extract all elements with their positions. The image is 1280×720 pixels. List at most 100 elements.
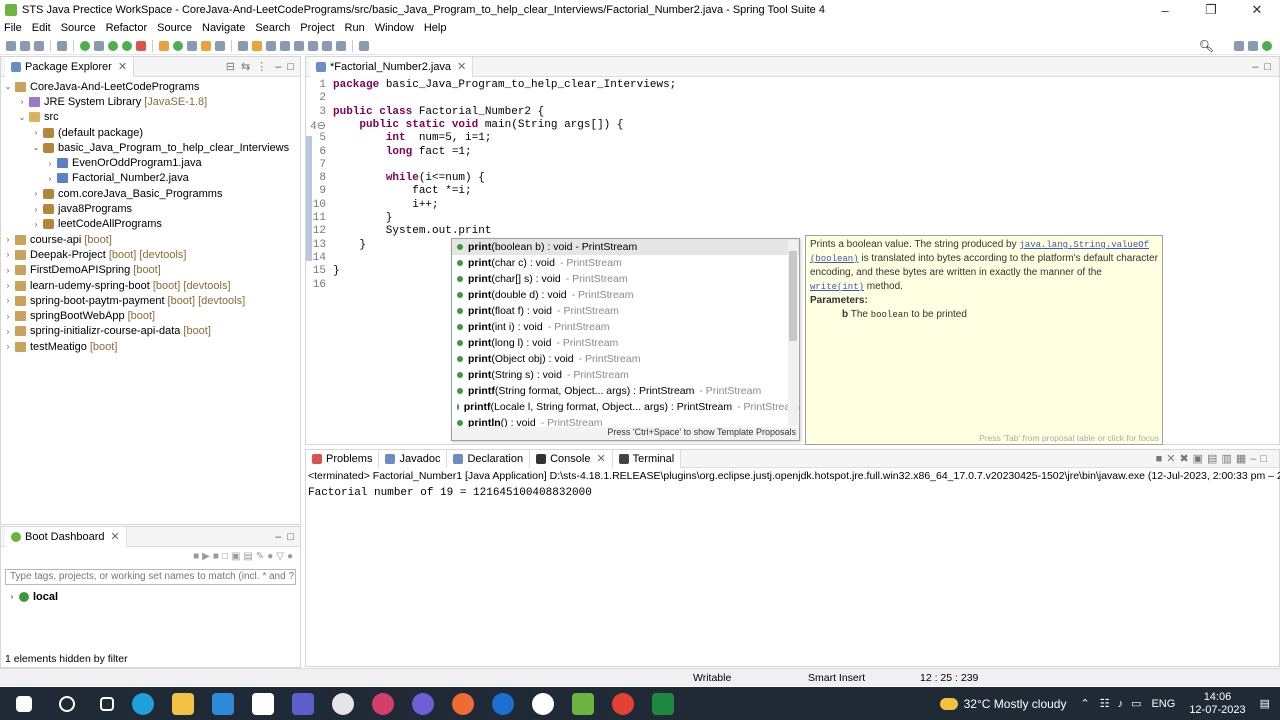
collapsed-icon[interactable]: › (31, 205, 41, 214)
tab-javadoc[interactable]: Javadoc (379, 449, 448, 468)
teams-icon[interactable] (292, 692, 314, 715)
edge-icon[interactable] (132, 692, 154, 715)
tree-item-java8[interactable]: › java8Programs (1, 201, 300, 216)
proposal-item[interactable]: print (char[] s) : void - PrintStream (452, 271, 799, 287)
prev-annotation-icon[interactable] (294, 40, 304, 51)
javadoc-link-valueof[interactable]: java.lang.String.valueOf (1019, 240, 1149, 250)
external-tools-icon[interactable] (136, 40, 146, 51)
last-edit-icon[interactable] (308, 40, 318, 51)
tree-item-testmeatigo[interactable]: › testMeatigo [boot] (1, 339, 300, 354)
expanded-icon[interactable]: ⌄ (31, 143, 41, 152)
close-icon[interactable]: ✕ (457, 60, 466, 73)
minimize-view-icon[interactable]: – (275, 531, 281, 543)
pilcrow-icon[interactable] (266, 40, 276, 51)
file-explorer-icon[interactable] (172, 692, 194, 715)
debug-icon[interactable] (94, 40, 104, 51)
chrome-icon[interactable] (612, 692, 634, 715)
tree-item-local[interactable]: › local (1, 589, 300, 604)
clock[interactable]: 14:06 12-07-2023 (1189, 691, 1245, 717)
collapsed-icon[interactable]: › (3, 250, 13, 259)
menu-window[interactable]: Window (375, 22, 414, 34)
collapsed-icon[interactable]: › (3, 235, 13, 244)
collapsed-icon[interactable]: › (17, 97, 27, 106)
maximize-button[interactable]: ❐ (1188, 0, 1234, 20)
minimize-button[interactable]: – (1142, 0, 1188, 20)
proposal-item[interactable]: print (Object obj) : void - PrintStream (452, 351, 799, 367)
tree-item-basic-package[interactable]: ⌄ basic_Java_Program_to_help_clear_Interv… (1, 140, 300, 155)
save-icon[interactable] (20, 40, 30, 51)
expanded-icon[interactable]: ⌄ (3, 82, 13, 91)
new-java-project-icon[interactable] (159, 40, 169, 51)
coverage-icon[interactable] (122, 40, 132, 51)
menu-project[interactable]: Project (300, 22, 334, 34)
sts-taskbar-icon[interactable] (572, 692, 594, 715)
tree-item-paytm[interactable]: › spring-boot-paytm-payment [boot] [devtoo… (1, 293, 300, 308)
proposal-item[interactable]: print (char c) : void - PrintStream (452, 255, 799, 271)
forward-icon[interactable] (336, 40, 346, 51)
collapsed-icon[interactable]: › (31, 189, 41, 198)
boot-icon[interactable] (80, 40, 90, 51)
content-assist-popup[interactable]: print (boolean b) : void - PrintStream pri… (451, 238, 800, 441)
maximize-view-icon[interactable]: □ (287, 531, 294, 543)
view-menu-icon[interactable]: ⋮ (256, 60, 267, 73)
postman-icon[interactable] (452, 692, 474, 715)
maximize-view-icon[interactable]: □ (1264, 61, 1271, 73)
javadoc-link-boolean[interactable]: (boolean) (810, 254, 859, 264)
tree-item-corejava[interactable]: ⌄ CoreJava-And-LeetCodePrograms (1, 79, 300, 94)
close-button[interactable]: ✕ (1234, 0, 1280, 20)
minimize-view-icon[interactable]: – (1252, 61, 1258, 73)
collapse-all-icon[interactable]: ⊟ (226, 60, 235, 73)
network-icon[interactable]: ☷ (1100, 697, 1110, 710)
collapsed-icon[interactable]: › (3, 312, 13, 321)
battery-icon[interactable]: ▭ (1131, 697, 1141, 710)
tree-item-firstdemo[interactable]: › FirstDemoAPISpring [boot] (1, 263, 300, 278)
proposal-item[interactable]: print (long l) : void - PrintStream (452, 335, 799, 351)
assist-scroll-thumb[interactable] (789, 251, 797, 341)
search-icon[interactable] (59, 695, 75, 712)
toggle-mark-icon[interactable] (238, 40, 248, 51)
javadoc-link-write[interactable]: write(int) (810, 282, 864, 292)
open-type-icon[interactable] (201, 40, 211, 51)
collapsed-icon[interactable]: › (7, 592, 17, 601)
maps-icon[interactable] (492, 692, 514, 715)
tree-item-deepak[interactable]: › Deepak-Project [boot] [devtools] (1, 247, 300, 262)
expanded-icon[interactable]: ⌄ (17, 113, 27, 122)
menu-file[interactable]: File (4, 22, 22, 34)
proposal-item[interactable]: printf (String format, Object... args) : … (452, 383, 799, 399)
tree-item-evenorodd[interactable]: › EvenOrOddProgram1.java (1, 155, 300, 170)
tree-item-learn-udemy[interactable]: › learn-udemy-spring-boot [boot] [devtools… (1, 278, 300, 293)
maximize-view-icon[interactable]: □ (287, 61, 294, 73)
tree-item-jre[interactable]: › JRE System Library [JavaSE-1.8] (1, 94, 300, 109)
search-icon[interactable]: 🔍︎ (1199, 39, 1214, 53)
menu-edit[interactable]: Edit (32, 22, 51, 34)
language-indicator[interactable]: ENG (1151, 698, 1175, 710)
tree-item-initializr[interactable]: › spring-initializr-course-api-data [boot] (1, 324, 300, 339)
collapsed-icon[interactable]: › (45, 159, 55, 168)
tray-arrow-icon[interactable]: ⌃ (1080, 697, 1089, 710)
terminal-icon[interactable] (57, 40, 67, 51)
excel-icon[interactable] (652, 692, 674, 715)
app-icon[interactable] (372, 692, 394, 715)
new-package-icon[interactable] (173, 40, 183, 51)
github-desktop-icon[interactable] (412, 692, 434, 715)
menu-search[interactable]: Search (255, 22, 290, 34)
run-icon[interactable] (108, 40, 118, 51)
close-icon[interactable]: ✕ (118, 60, 127, 73)
close-icon[interactable]: ✕ (596, 452, 605, 465)
weather-text[interactable]: 32°C Mostly cloudy (964, 697, 1067, 711)
menu-source[interactable]: Source (61, 22, 96, 34)
proposal-item[interactable]: print (String s) : void - PrintStream (452, 367, 799, 383)
proposal-item[interactable]: print (boolean b) : void - PrintStream (452, 239, 799, 255)
tab-terminal[interactable]: Terminal (612, 449, 682, 468)
notification-icon[interactable]: ▤ (1260, 697, 1270, 710)
tab-factorial-java[interactable]: *Factorial_Number2.java ✕ (310, 56, 474, 77)
tree-item-springbootwebapp[interactable]: › springBootWebApp [boot] (1, 308, 300, 323)
boot-toolbar[interactable]: ■▶■□▣▤✎●▽● (1, 547, 300, 565)
proposal-item[interactable]: print (double d) : void - PrintStream (452, 287, 799, 303)
java-perspective-icon[interactable] (1248, 41, 1258, 51)
menu-run[interactable]: Run (345, 22, 365, 34)
back-icon[interactable] (322, 40, 332, 51)
console-toolbar[interactable]: ■✕✖▣▤▥▦–□ (1156, 452, 1271, 465)
tab-package-explorer[interactable]: Package Explorer ✕ (5, 56, 135, 77)
search-toolbar-icon[interactable] (215, 40, 225, 51)
